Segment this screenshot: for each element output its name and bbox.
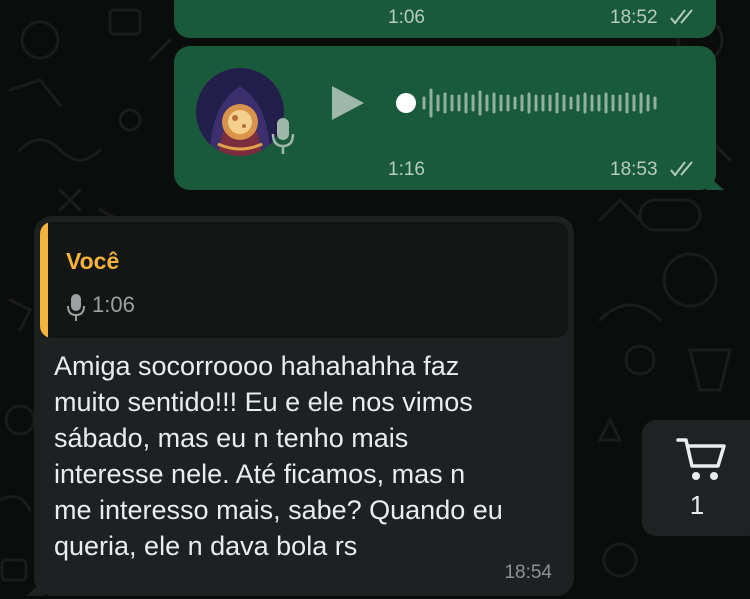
message-time: 18:54 — [504, 562, 552, 583]
cart-button[interactable]: 1 — [642, 420, 750, 536]
double-check-icon — [670, 161, 693, 177]
audio-waveform[interactable] — [394, 86, 694, 120]
quoted-reply[interactable]: Você 1:06 — [40, 222, 568, 338]
cart-count: 1 — [689, 490, 705, 520]
message-text: Amiga socorroooo hahahahha faz muito sen… — [54, 351, 503, 561]
double-check-icon — [670, 9, 693, 25]
outgoing-voice-message[interactable]: 1:06 18:52 — [174, 0, 716, 38]
quote-author: Você — [66, 248, 120, 274]
voice-duration: 1:16 — [388, 159, 425, 180]
outgoing-voice-message[interactable]: 1:16 18:53 — [174, 46, 724, 190]
incoming-message[interactable]: Você 1:06 Amiga socorroooo hahahahha faz… — [26, 216, 574, 596]
shopping-cart-icon — [676, 438, 726, 480]
message-time: 18:53 — [610, 159, 658, 180]
quote-accent-bar — [40, 222, 48, 338]
message-time: 18:52 — [610, 7, 658, 28]
play-icon[interactable] — [330, 84, 366, 122]
quoted-voice-duration: 1:06 — [92, 292, 135, 317]
voice-duration: 1:06 — [388, 7, 425, 28]
microphone-icon — [271, 118, 295, 154]
microphone-icon — [67, 294, 85, 321]
